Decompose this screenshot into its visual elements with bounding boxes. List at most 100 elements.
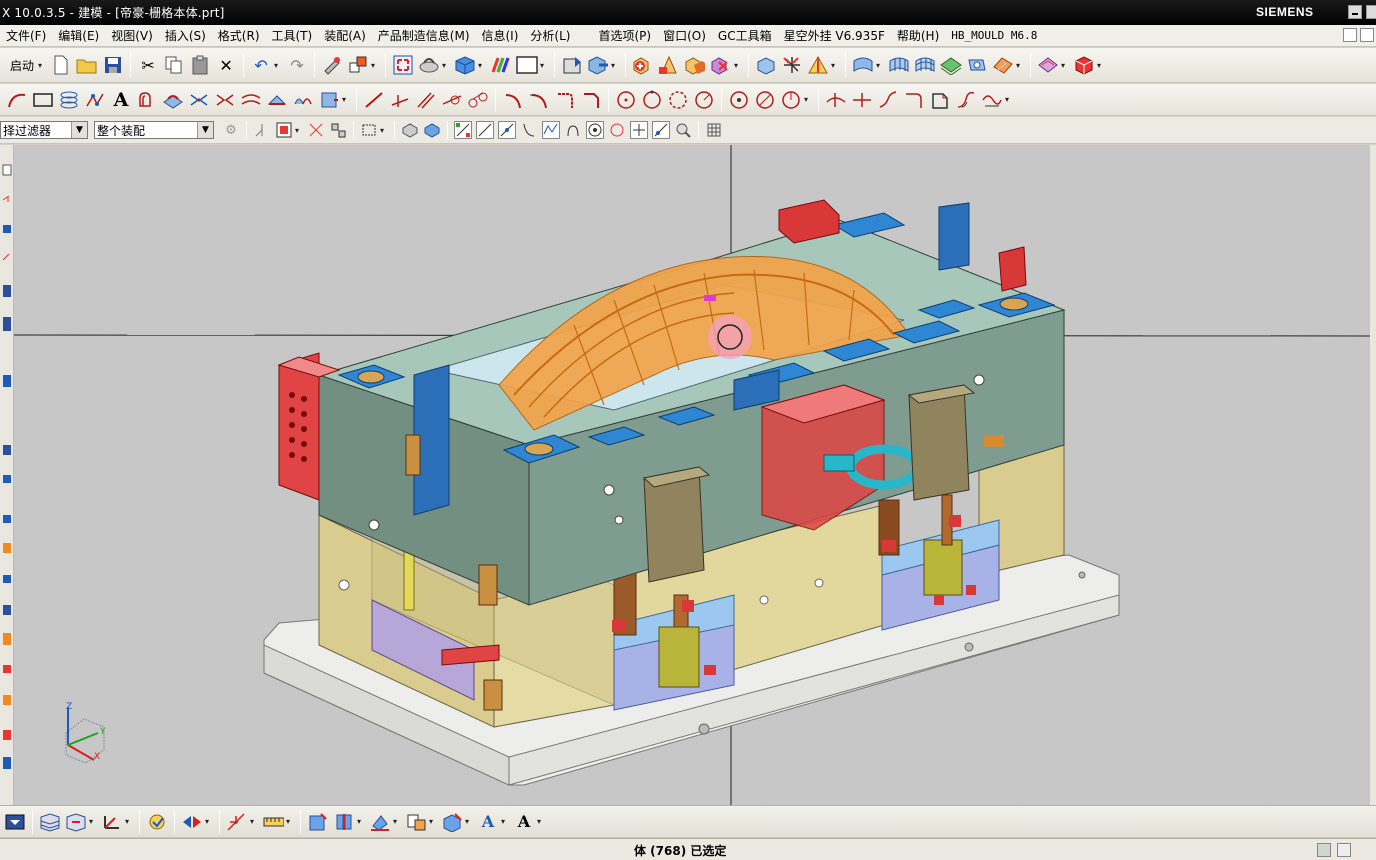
arc-tangent-icon[interactable]: [528, 89, 550, 111]
chamfer-corner-icon[interactable]: [580, 89, 602, 111]
menu-xingkong-plugin[interactable]: 星空外挂 V6.935F: [778, 27, 891, 44]
snap-point-on-curve-icon[interactable]: [630, 121, 648, 139]
circle-point-icon[interactable]: [728, 89, 750, 111]
section-view-icon[interactable]: [333, 811, 355, 833]
render-style-dropdown-icon[interactable]: ▾: [478, 61, 484, 70]
line-icon[interactable]: [363, 89, 385, 111]
assembly-component-icon[interactable]: [561, 54, 583, 76]
circle-radius-icon[interactable]: [693, 89, 715, 111]
offset-surface-icon[interactable]: [940, 54, 962, 76]
command-finder-icon[interactable]: [321, 54, 343, 76]
snap-circle-icon[interactable]: [608, 121, 626, 139]
surface-dropdown-icon[interactable]: ▾: [876, 61, 882, 70]
shaded-view-icon[interactable]: [454, 54, 476, 76]
line-at-point-icon[interactable]: [389, 89, 411, 111]
select-all-icon[interactable]: [275, 121, 293, 139]
extract-body-icon[interactable]: [755, 54, 777, 76]
feature-filter-icon[interactable]: [253, 121, 271, 139]
trim-curve-icon[interactable]: [825, 89, 847, 111]
filter-dropdown-icon[interactable]: ▾: [295, 126, 301, 135]
menu-insert[interactable]: 插入(S): [159, 27, 212, 44]
menu-file[interactable]: 文件(F): [0, 27, 52, 44]
curve-length-icon[interactable]: [877, 89, 899, 111]
extract-curve-icon[interactable]: [266, 89, 288, 111]
selection-group-icon[interactable]: [347, 54, 369, 76]
trim-sheet-icon[interactable]: [992, 54, 1014, 76]
fit-view-icon[interactable]: [392, 54, 414, 76]
analysis-dropdown-icon[interactable]: ▾: [1061, 61, 1067, 70]
new-file-icon[interactable]: [50, 54, 72, 76]
datum-dropdown-icon[interactable]: ▾: [831, 61, 837, 70]
snap-intersection-icon[interactable]: [520, 121, 538, 139]
text-icon[interactable]: A: [110, 89, 132, 111]
circle-edit-icon[interactable]: [780, 89, 802, 111]
start-dropdown-icon[interactable]: ▾: [38, 61, 44, 70]
arc-icon[interactable]: [6, 89, 28, 111]
arc-three-point-icon[interactable]: [502, 89, 524, 111]
mold-tool-icon[interactable]: [1073, 54, 1095, 76]
full-screen-button[interactable]: [1317, 843, 1331, 857]
fillet-corner-icon[interactable]: [554, 89, 576, 111]
menu-format[interactable]: 格式(R): [212, 27, 266, 44]
smooth-spline-icon[interactable]: [981, 89, 1003, 111]
menu-preferences[interactable]: 首选项(P): [592, 27, 657, 44]
chevron-down-icon[interactable]: ▼: [197, 122, 213, 138]
edit-curve-dropdown-icon[interactable]: ▾: [1005, 95, 1011, 104]
face-analysis-icon[interactable]: [1037, 54, 1059, 76]
wcs-origin-icon[interactable]: [781, 54, 803, 76]
snap-bounded-grid-icon[interactable]: [674, 121, 692, 139]
parallel-lines-icon[interactable]: [415, 89, 437, 111]
layer-dropdown-icon[interactable]: ▾: [89, 817, 95, 826]
mesh-surface-icon[interactable]: [914, 54, 936, 76]
paste-icon[interactable]: [189, 54, 211, 76]
text-style-icon[interactable]: A: [513, 811, 535, 833]
menu-analysis[interactable]: 分析(L): [524, 27, 576, 44]
undo-icon[interactable]: ↶: [250, 54, 272, 76]
extend-curve-icon[interactable]: [929, 89, 951, 111]
status-toggle-button[interactable]: [1337, 843, 1351, 857]
pmi-dimension-icon[interactable]: [405, 811, 427, 833]
section-curve-icon[interactable]: [240, 89, 262, 111]
pmi-dropdown-icon[interactable]: ▾: [429, 817, 435, 826]
bridge-curve-icon[interactable]: [292, 89, 314, 111]
selection-scope-dropdown[interactable]: 整个装配 ▼: [94, 121, 214, 139]
shaded-dropdown-icon[interactable]: ▾: [465, 817, 471, 826]
restore-button[interactable]: [1366, 5, 1376, 19]
mold-dropdown-icon[interactable]: ▾: [1097, 61, 1103, 70]
edge-colors-icon[interactable]: [490, 54, 512, 76]
menu-tools[interactable]: 工具(T): [266, 27, 319, 44]
minimize-button[interactable]: [1348, 5, 1362, 19]
cut-icon[interactable]: ✂: [137, 54, 159, 76]
doc-restore-button[interactable]: [1360, 28, 1374, 42]
select-by-name-icon[interactable]: [329, 121, 347, 139]
graphics-viewport[interactable]: Z Y X: [14, 145, 1370, 805]
start-menu-button[interactable]: 启动: [10, 57, 34, 74]
point-set-icon[interactable]: [84, 89, 106, 111]
doc-minimize-button[interactable]: [1343, 28, 1357, 42]
snap-midpoint-icon[interactable]: [476, 121, 494, 139]
isoparametric-curve-icon[interactable]: [214, 89, 236, 111]
curve-dropdown-icon[interactable]: ▾: [342, 95, 348, 104]
snap-endpoint-icon[interactable]: [454, 121, 472, 139]
type-filter-dropdown[interactable]: 择过滤器 ▼: [0, 121, 88, 139]
assembly-filter-icon[interactable]: ⚙: [222, 121, 240, 139]
sew-surface-icon[interactable]: [966, 54, 988, 76]
drafting-view-icon[interactable]: [307, 811, 329, 833]
wcs-dropdown-icon[interactable]: ▾: [125, 817, 131, 826]
helix-icon[interactable]: [58, 89, 80, 111]
redo-icon[interactable]: ↷: [286, 54, 308, 76]
menu-gc-toolkit[interactable]: GC工具箱: [712, 27, 778, 44]
selection-dropdown-icon[interactable]: ▾: [371, 61, 377, 70]
mold-assembly-model[interactable]: [14, 145, 1370, 805]
move-to-layer-icon[interactable]: [65, 811, 87, 833]
menu-information[interactable]: 信息(I): [476, 27, 525, 44]
assembly-dropdown-icon[interactable]: ▾: [611, 61, 617, 70]
circle-center-icon[interactable]: [615, 89, 637, 111]
background-dropdown-icon[interactable]: ▾: [540, 61, 546, 70]
intersect-curve-icon[interactable]: [188, 89, 210, 111]
menu-pmi[interactable]: 产品制造信息(M): [372, 27, 476, 44]
boolean-unite-icon[interactable]: [632, 54, 654, 76]
ruled-surface-icon[interactable]: [888, 54, 910, 76]
snap-arc-center-icon[interactable]: [542, 121, 560, 139]
body-select-icon[interactable]: [401, 121, 419, 139]
